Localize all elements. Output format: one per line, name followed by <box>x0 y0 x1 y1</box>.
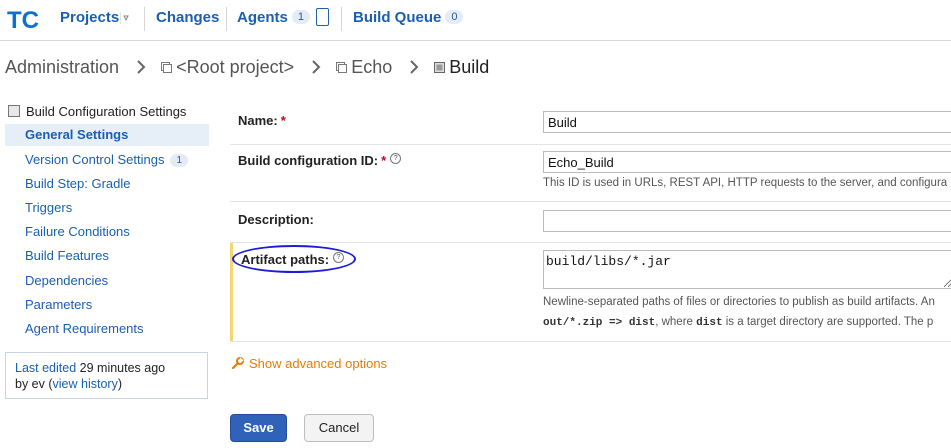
breadcrumb-build: Build <box>449 56 490 77</box>
code-sample: dist <box>696 317 723 329</box>
show-advanced-options-link[interactable]: Show advanced options <box>232 356 387 371</box>
build-config-id-note: This ID is used in URLs, REST API, HTTP … <box>543 177 948 189</box>
name-label-text: Name: <box>238 113 278 128</box>
required-marker: * <box>381 153 387 168</box>
nav-changes[interactable]: Changes <box>156 9 219 27</box>
name-label: Name: * <box>238 113 286 128</box>
artifact-paths-note: Newline-separated paths of files or dire… <box>543 296 935 308</box>
build-config-id-label-text: Build configuration ID: <box>238 153 379 168</box>
sidebar-item-agent-requirements[interactable]: Agent Requirements <box>5 318 209 340</box>
chevron-right-icon <box>137 60 146 74</box>
chevron-right-icon <box>410 60 419 74</box>
row-divider <box>230 144 951 145</box>
wrench-icon <box>232 357 244 369</box>
nav-projects[interactable]: Projects <box>60 9 119 27</box>
sidebar-item-version-control[interactable]: Version Control Settings 1 <box>5 149 209 171</box>
row-divider <box>230 201 951 202</box>
last-edited-panel: Last edited 29 minutes ago by ev (view h… <box>5 352 208 399</box>
required-marker: * <box>280 113 286 128</box>
agents-count-badge: 1 <box>291 10 310 24</box>
sidebar-item-failure-conditions[interactable]: Failure Conditions <box>5 221 209 243</box>
nav-divider <box>144 7 145 31</box>
breadcrumb: Administration <Root project> Echo Build <box>5 56 489 78</box>
view-history-link[interactable]: view history <box>53 377 118 391</box>
project-icon <box>336 61 348 73</box>
nav-agents-label: Agents <box>237 9 288 26</box>
teamcity-logo[interactable]: TC <box>6 6 44 32</box>
artifact-paths-note-2: out/*.zip => dist, where dist is a targe… <box>543 316 933 329</box>
sidebar-item-build-features[interactable]: Build Features <box>5 245 209 267</box>
save-button[interactable]: Save <box>230 414 287 442</box>
description-label: Description: <box>238 212 314 227</box>
row-divider <box>230 341 951 342</box>
artifact-paths-textarea[interactable]: build/libs/*.jar <box>543 250 951 289</box>
sidebar-title-label: Build Configuration Settings <box>26 104 187 119</box>
last-edited-link[interactable]: Last edited <box>15 361 76 375</box>
sidebar-item-dependencies[interactable]: Dependencies <box>5 270 209 292</box>
sidebar-item-parameters[interactable]: Parameters <box>5 294 209 316</box>
sidebar-item-general-settings[interactable]: General Settings <box>5 124 209 146</box>
nav-divider <box>226 7 227 31</box>
breadcrumb-echo[interactable]: Echo <box>351 57 392 77</box>
last-edited-time: 29 minutes ago <box>79 361 166 375</box>
projects-dropdown-icon[interactable] <box>120 12 132 24</box>
note-text: is a target directory are supported. The… <box>722 316 934 328</box>
name-input[interactable] <box>543 111 951 133</box>
show-advanced-label: Show advanced options <box>249 356 388 371</box>
nav-divider <box>341 7 342 31</box>
vcs-count-badge: 1 <box>170 154 189 167</box>
build-config-icon <box>8 105 20 117</box>
top-nav: TC Projects Changes Agents 1 Build Queue 0 <box>0 0 951 41</box>
code-sample: out/*.zip => dist <box>543 317 656 329</box>
annotation-ellipse <box>232 245 356 273</box>
help-icon[interactable]: ? <box>390 153 402 164</box>
nav-agents[interactable]: Agents 1 <box>237 9 310 27</box>
note-text: , where <box>655 316 697 328</box>
nav-build-queue-label: Build Queue <box>353 9 442 26</box>
cancel-button[interactable]: Cancel <box>304 414 374 442</box>
description-input[interactable] <box>543 210 951 232</box>
build-config-id-input[interactable] <box>543 151 951 173</box>
nav-build-queue[interactable]: Build Queue 0 <box>353 9 464 27</box>
svg-text:TC: TC <box>7 7 39 32</box>
breadcrumb-root-project[interactable]: <Root project> <box>176 57 294 77</box>
last-edited-by: by ev <box>15 377 45 391</box>
sidebar-item-triggers[interactable]: Triggers <box>5 197 209 219</box>
chevron-right-icon <box>312 60 321 74</box>
breadcrumb-administration[interactable]: Administration <box>5 57 119 77</box>
build-config-icon <box>434 61 446 73</box>
sidebar-title: Build Configuration Settings <box>8 104 186 119</box>
row-divider <box>230 242 951 243</box>
queue-count-badge: 0 <box>445 10 464 24</box>
sidebar-item-build-step[interactable]: Build Step: Gradle <box>5 173 209 195</box>
sidebar-item-label: Version Control Settings <box>25 152 165 167</box>
project-icon <box>161 61 173 73</box>
build-config-id-label: Build configuration ID: *? <box>238 153 402 168</box>
agent-status-icon[interactable] <box>316 8 329 26</box>
